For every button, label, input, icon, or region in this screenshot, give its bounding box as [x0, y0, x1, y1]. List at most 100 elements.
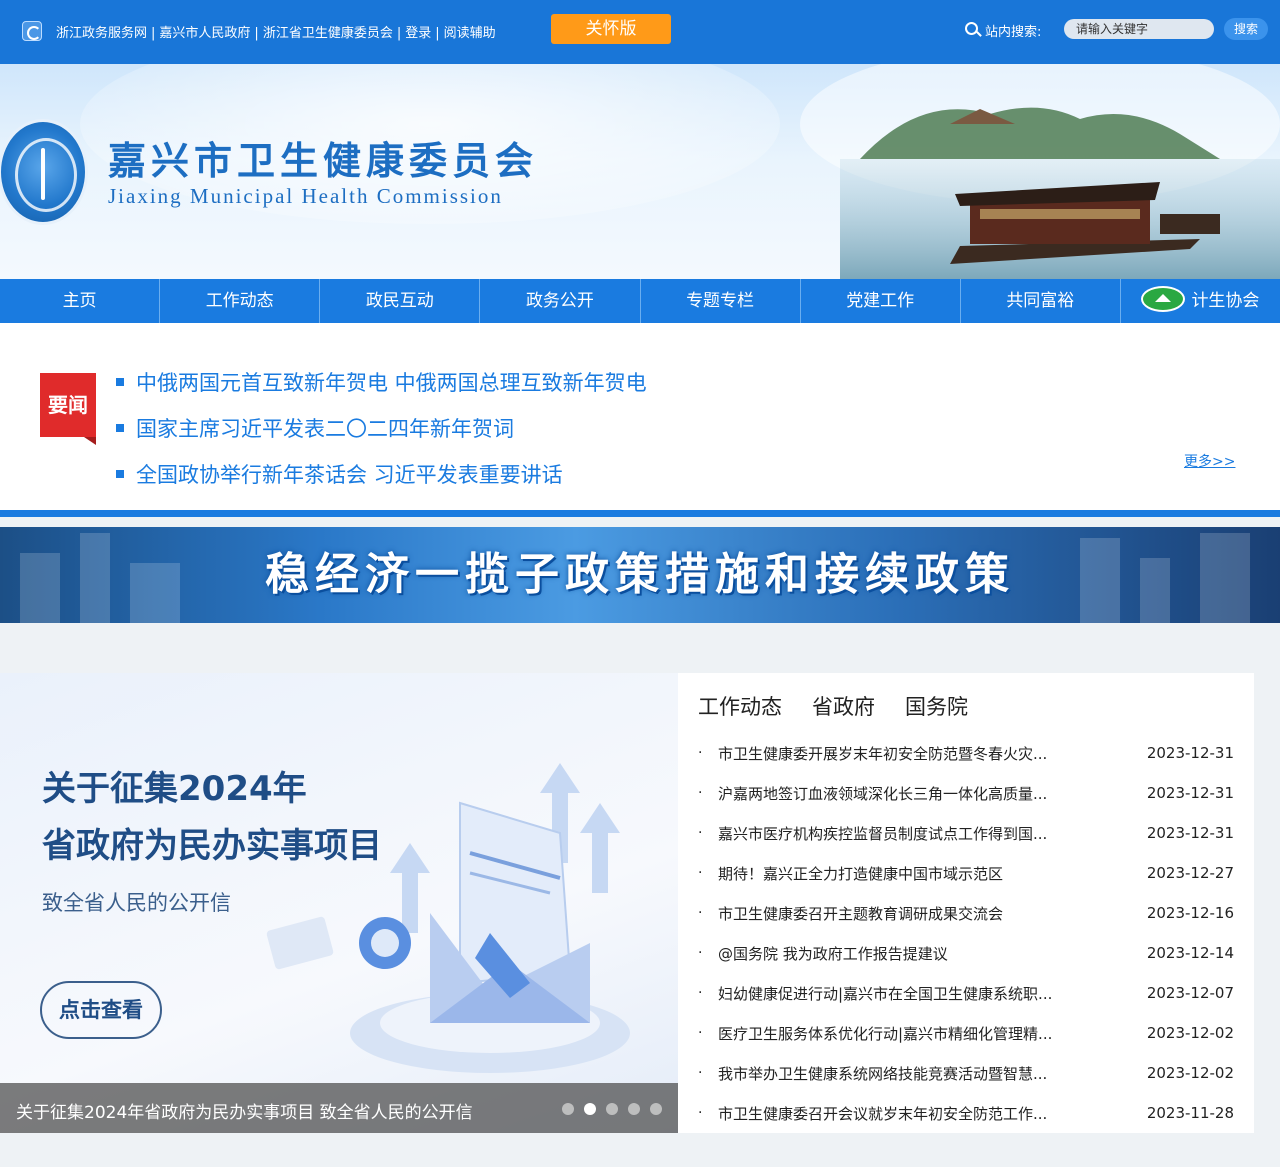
- news-item[interactable]: · 沪嘉两地签订血液领域深化长三角一体化高质量... 2023-12-31: [698, 773, 1234, 813]
- red-boat-scene-image: [800, 64, 1280, 279]
- news-date: 2023-12-27: [1146, 864, 1234, 882]
- slider-dot[interactable]: [628, 1103, 640, 1115]
- nav-label: 政务公开: [525, 291, 594, 311]
- family-planning-logo-icon: [1141, 286, 1186, 312]
- news-date: 2023-12-31: [1146, 784, 1234, 802]
- nav-common-prosperity[interactable]: 共同富裕: [961, 279, 1121, 323]
- slide-caption-bar: 关于征集2024年省政府为民办实事项目 致全省人民的公开信: [0, 1083, 678, 1133]
- nav-gov-affairs[interactable]: 政务公开: [480, 279, 641, 323]
- nav-work-news[interactable]: 工作动态: [160, 279, 321, 323]
- headline-text: 中俄两国元首互致新年贺电 中俄两国总理互致新年贺电: [136, 371, 647, 395]
- nav-party-building[interactable]: 党建工作: [801, 279, 961, 323]
- slide-subtitle: 致全省人民的公开信: [42, 891, 231, 915]
- slide-title-line2: 省政府为民办实事项目: [42, 826, 382, 866]
- headlines-badge: 要闻: [40, 373, 96, 445]
- news-item[interactable]: · 市卫生健康委召开主题教育调研成果交流会 2023-12-16: [698, 893, 1234, 933]
- nav-interaction[interactable]: 政民互动: [320, 279, 481, 323]
- image-slider[interactable]: 关于征集2024年 省政府为民办实事项目 致全省人民的公开信 点击查看 关于征集…: [0, 673, 678, 1133]
- news-title: 我市举办卫生健康系统网络技能竞赛活动暨智慧...: [718, 1064, 1048, 1083]
- nav-label: 专题专栏: [686, 291, 755, 311]
- news-item[interactable]: · 市卫生健康委召开会议就岁末年初安全防范工作... 2023-11-28: [698, 1093, 1234, 1133]
- search-button[interactable]: 搜索: [1224, 18, 1268, 40]
- dot-bullet-icon: ·: [698, 825, 703, 841]
- dot-bullet-icon: ·: [698, 745, 703, 761]
- nav-family-planning[interactable]: 计生协会: [1121, 279, 1280, 323]
- top-bar: 浙江政务服务网 | 嘉兴市人民政府 | 浙江省卫生健康委员会 | 登录 | 阅读辅助 关怀版 站…: [0, 0, 1280, 64]
- nav-label: 党建工作: [846, 291, 915, 311]
- more-headlines-link[interactable]: 更多>>: [1184, 451, 1235, 471]
- news-date: 2023-12-02: [1146, 1024, 1234, 1042]
- search-icon: [965, 22, 978, 35]
- zhejiang-gov-logo-icon: [22, 21, 42, 41]
- dot-bullet-icon: ·: [698, 785, 703, 801]
- policy-banner[interactable]: 稳经济一揽子政策措施和接续政策: [0, 527, 1280, 623]
- view-details-button[interactable]: 点击查看: [40, 981, 162, 1039]
- news-title: 妇幼健康促进行动|嘉兴市在全国卫生健康系统职...: [718, 984, 1053, 1003]
- dot-bullet-icon: ·: [698, 985, 703, 1001]
- nav-special-topics[interactable]: 专题专栏: [641, 279, 801, 323]
- news-title: 市卫生健康委开展岁末年初安全防范暨冬春火灾...: [718, 744, 1048, 763]
- square-bullet-icon: [116, 378, 124, 386]
- reading-aid-link[interactable]: 阅读辅助: [444, 26, 496, 41]
- slide-title-line1: 关于征集2024年: [42, 769, 307, 809]
- headlines-section: 要闻 中俄两国元首互致新年贺电 中俄两国总理互致新年贺电 国家主席习近平发表二〇…: [0, 323, 1280, 510]
- slider-dot[interactable]: [562, 1103, 574, 1115]
- news-panel: 工作动态 省政府 国务院 · 市卫生健康委开展岁末年初安全防范暨冬春火灾... 20…: [678, 673, 1254, 1133]
- square-bullet-icon: [116, 470, 124, 478]
- news-item[interactable]: · 我市举办卫生健康系统网络技能竞赛活动暨智慧... 2023-12-02: [698, 1053, 1234, 1093]
- login-link[interactable]: 登录: [405, 26, 431, 41]
- news-title: 期待！嘉兴正全力打造健康中国市域示范区: [718, 864, 1004, 883]
- top-links: 浙江政务服务网 | 嘉兴市人民政府 | 浙江省卫生健康委员会 | 登录 | 阅读辅助: [56, 26, 496, 41]
- headline-item[interactable]: 中俄两国元首互致新年贺电 中俄两国总理互致新年贺电: [116, 359, 647, 405]
- dot-bullet-icon: ·: [698, 865, 703, 881]
- news-title: 医疗卫生服务体系优化行动|嘉兴市精细化管理精...: [718, 1024, 1053, 1043]
- tab-work-news[interactable]: 工作动态: [698, 691, 782, 721]
- news-item[interactable]: · 嘉兴市医疗机构疾控监督员制度试点工作得到国... 2023-12-31: [698, 813, 1234, 853]
- news-date: 2023-12-14: [1146, 944, 1234, 962]
- headlines-list: 中俄两国元首互致新年贺电 中俄两国总理互致新年贺电 国家主席习近平发表二〇二四年…: [116, 359, 647, 497]
- news-title: 市卫生健康委召开会议就岁末年初安全防范工作...: [718, 1104, 1048, 1123]
- headline-text: 全国政协举行新年茶话会 习近平发表重要讲话: [136, 463, 563, 487]
- envelope-illustration: [266, 763, 630, 1073]
- divider-stripe: [0, 510, 1280, 517]
- dot-bullet-icon: ·: [698, 945, 703, 961]
- header-banner: 嘉兴市卫生健康委员会 Jiaxing Municipal Health Comm…: [0, 64, 1280, 279]
- slider-dot[interactable]: [650, 1103, 662, 1115]
- tab-provincial-gov[interactable]: 省政府: [812, 691, 875, 721]
- dot-bullet-icon: ·: [698, 1065, 703, 1081]
- nav-home[interactable]: 主页: [0, 279, 161, 323]
- headline-item[interactable]: 国家主席习近平发表二〇二四年新年贺词: [116, 405, 647, 451]
- dot-bullet-icon: ·: [698, 905, 703, 921]
- headline-text: 国家主席习近平发表二〇二四年新年贺词: [136, 417, 514, 441]
- news-date: 2023-12-31: [1146, 824, 1234, 842]
- news-title: 沪嘉两地签订血液领域深化长三角一体化高质量...: [718, 784, 1048, 803]
- news-date: 2023-12-07: [1146, 984, 1234, 1002]
- slider-dot[interactable]: [606, 1103, 618, 1115]
- policy-banner-text: 稳经济一揽子政策措施和接续政策: [265, 549, 1015, 600]
- news-item[interactable]: · 期待！嘉兴正全力打造健康中国市域示范区 2023-12-27: [698, 853, 1234, 893]
- link-zjzwfw[interactable]: 浙江政务服务网: [56, 26, 147, 41]
- slider-dot-active[interactable]: [584, 1103, 596, 1115]
- nav-label: 工作动态: [205, 291, 274, 311]
- news-date: 2023-12-02: [1146, 1064, 1234, 1082]
- tab-state-council[interactable]: 国务院: [905, 691, 968, 721]
- headline-item[interactable]: 全国政协举行新年茶话会 习近平发表重要讲话: [116, 451, 647, 497]
- news-date: 2023-12-31: [1146, 744, 1234, 762]
- news-item[interactable]: · 医疗卫生服务体系优化行动|嘉兴市精细化管理精... 2023-12-02: [698, 1013, 1234, 1053]
- link-jiaxing-gov[interactable]: 嘉兴市人民政府: [159, 26, 250, 41]
- news-item[interactable]: · @国务院 我为政府工作报告提建议 2023-12-14: [698, 933, 1234, 973]
- news-date: 2023-12-16: [1146, 904, 1234, 922]
- care-version-button[interactable]: 关怀版: [551, 14, 671, 44]
- news-item[interactable]: · 市卫生健康委开展岁末年初安全防范暨冬春火灾... 2023-12-31: [698, 733, 1234, 773]
- news-title: 市卫生健康委召开主题教育调研成果交流会: [718, 904, 1004, 923]
- search-input[interactable]: [1064, 19, 1214, 39]
- nav-label: 政民互动: [365, 291, 434, 311]
- slide-caption[interactable]: 关于征集2024年省政府为民办实事项目 致全省人民的公开信: [16, 1098, 473, 1123]
- news-item[interactable]: · 妇幼健康促进行动|嘉兴市在全国卫生健康系统职... 2023-12-07: [698, 973, 1234, 1013]
- nav-label: 主页: [62, 291, 97, 311]
- nav-label: 共同富裕: [1006, 291, 1075, 311]
- slider-dots: [562, 1103, 662, 1115]
- link-zj-health[interactable]: 浙江省卫生健康委员会: [263, 26, 393, 41]
- news-tabs: 工作动态 省政府 国务院: [698, 691, 968, 721]
- dot-bullet-icon: ·: [698, 1105, 703, 1121]
